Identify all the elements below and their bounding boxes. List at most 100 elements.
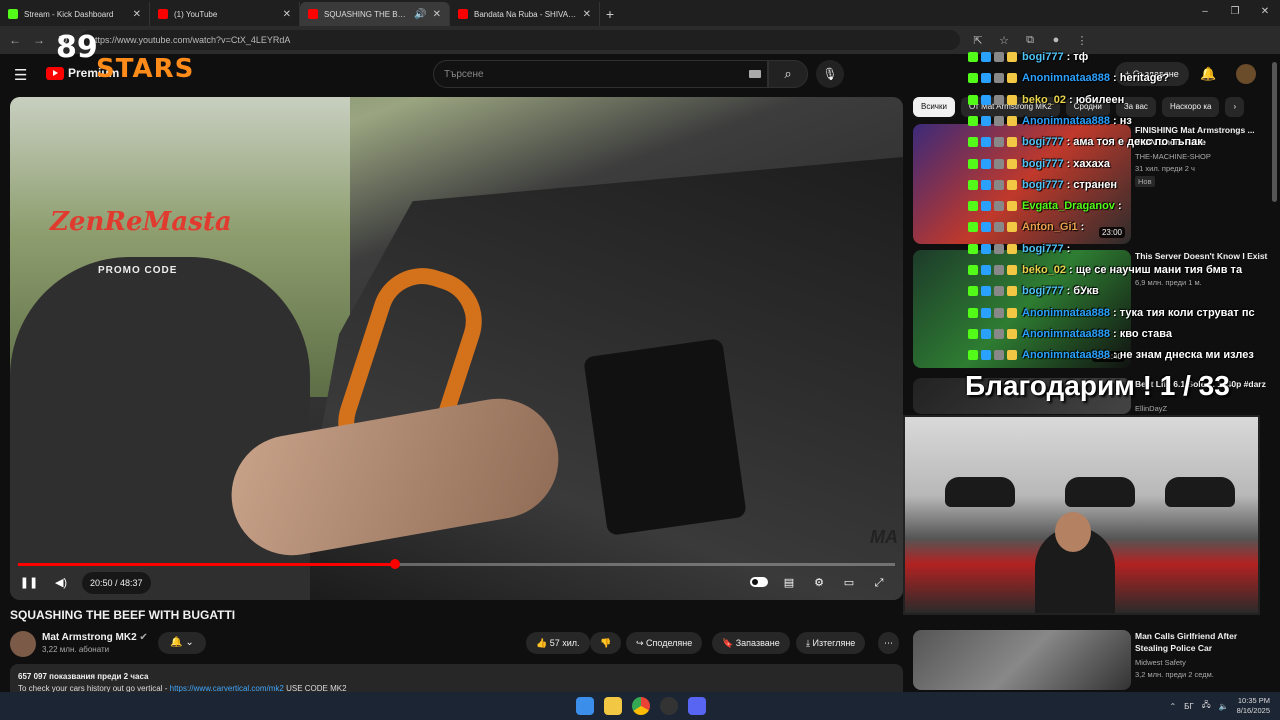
install-app-icon[interactable]: ⇱ — [970, 34, 986, 47]
chat-username: Evgata_Draganov — [1022, 200, 1115, 213]
tab-squashing-the-beef[interactable]: SQUASHING THE BEEF WIT 🔊 ✕ — [300, 2, 450, 26]
more-actions-button[interactable]: ⋯ — [878, 632, 899, 654]
system-tray: ⌃ БГ 🖧 🔈 10:35 PM 8/16/2025 — [1169, 696, 1270, 716]
chat-text: : ама тоя е декс по тъпак — [1066, 136, 1203, 149]
profile-icon[interactable]: ● — [1048, 34, 1064, 46]
chat-badge-icon — [1007, 243, 1017, 254]
chat-badge-icon — [968, 243, 978, 254]
chevron-right-icon[interactable]: › — [1225, 97, 1245, 117]
page-scrollbar[interactable] — [1272, 62, 1278, 692]
volume-icon[interactable]: 🔈 — [1219, 702, 1229, 711]
chat-text: : хахаха — [1066, 157, 1111, 170]
chat-badge-icon — [968, 286, 978, 297]
chip-recently[interactable]: Наскоро ка — [1161, 97, 1220, 117]
chat-text: : тука тия коли струват пс — [1113, 306, 1255, 319]
menu-dots-icon[interactable]: ⋮ — [1074, 34, 1090, 47]
fullscreen-icon[interactable]: ⤢ — [868, 572, 890, 594]
close-tab-icon[interactable]: ✕ — [133, 9, 141, 20]
discord-icon[interactable] — [688, 697, 706, 715]
chat-badge-icon — [968, 201, 978, 212]
extensions-icon[interactable]: ⧉ — [1022, 34, 1038, 47]
chat-username: Anonimnataa888 — [1022, 72, 1111, 85]
network-icon[interactable]: 🖧 — [1202, 699, 1211, 713]
theater-mode-icon[interactable]: ▭ — [838, 572, 860, 594]
autoplay-toggle[interactable] — [750, 577, 768, 587]
save-label: Запазване — [735, 638, 780, 648]
volume-icon[interactable]: ◀) — [50, 572, 72, 594]
close-tab-icon[interactable]: ✕ — [433, 9, 441, 20]
chat-message: bogi777: ама тоя е декс по тъпак — [968, 133, 1203, 151]
windows-start-icon[interactable] — [576, 697, 594, 715]
chat-username: beko_02 — [1022, 93, 1067, 106]
account-avatar[interactable] — [1236, 64, 1256, 84]
chat-badge-icon — [968, 73, 978, 84]
tab-bandata-na-ruba[interactable]: Bandata Na Ruba - SHIVALI 🦈 ✕ — [450, 2, 600, 26]
video-progress-bar[interactable] — [18, 559, 895, 569]
chat-username: bogi777 — [1022, 136, 1064, 149]
file-explorer-icon[interactable] — [604, 697, 622, 715]
channel-name-text: Mat Armstrong MK2 — [42, 632, 137, 643]
speaker-icon[interactable]: 🔊 — [414, 9, 426, 20]
close-tab-icon[interactable]: ✕ — [283, 9, 291, 20]
webcam-car — [1065, 477, 1135, 507]
obs-icon[interactable] — [660, 697, 678, 715]
chat-badge-icon — [968, 52, 978, 62]
settings-gear-icon[interactable]: ⚙ — [808, 572, 830, 594]
search-button[interactable]: ⌕ — [768, 60, 808, 88]
keyboard-icon[interactable] — [749, 70, 761, 78]
chat-badge-icon — [1007, 137, 1017, 148]
minimize-button[interactable]: – — [1190, 0, 1220, 24]
tray-chevron-icon[interactable]: ⌃ — [1169, 702, 1176, 711]
share-button[interactable]: ↪ Споделяне — [626, 632, 703, 654]
chat-username: bogi777 — [1022, 51, 1064, 63]
subtitles-icon[interactable]: ▤ — [778, 572, 800, 594]
recommendation-channel: THE-MACHINE-SHOP — [1135, 152, 1211, 161]
maximize-button[interactable]: ❐ — [1220, 0, 1250, 24]
chat-badge-icon — [1007, 350, 1017, 361]
chat-message: Anonimnataa888: кво става — [968, 325, 1172, 343]
language-indicator[interactable]: БГ — [1184, 702, 1194, 711]
video-thumbnail[interactable] — [913, 630, 1131, 690]
channel-avatar[interactable] — [10, 631, 36, 657]
search-input[interactable]: Търсене — [433, 60, 768, 88]
back-icon[interactable]: ← — [8, 33, 22, 47]
clock[interactable]: 10:35 PM 8/16/2025 — [1237, 696, 1270, 716]
chat-badge-icon — [968, 350, 978, 361]
chat-badge-icon — [968, 222, 978, 233]
microphone-icon: 🎙 — [822, 67, 838, 81]
chat-username: beko_02 — [1022, 264, 1067, 276]
channel-name[interactable]: Mat Armstrong MK2 ✔ — [42, 632, 148, 643]
forward-icon[interactable]: → — [32, 33, 46, 47]
chat-badge-icon — [981, 265, 991, 275]
download-button[interactable]: ⤓ Изтегляне — [796, 632, 866, 654]
close-window-button[interactable]: ✕ — [1250, 0, 1280, 24]
tab-youtube[interactable]: (1) YouTube ✕ — [150, 2, 300, 26]
new-tab-button[interactable]: + — [600, 2, 620, 26]
chip-all[interactable]: Всички — [913, 97, 955, 117]
chat-badge-icon — [968, 179, 978, 190]
chat-message: bogi777: — [968, 240, 1070, 258]
close-tab-icon[interactable]: ✕ — [583, 9, 591, 20]
search-placeholder: Търсене — [444, 68, 484, 80]
bookmark-star-icon[interactable]: ☆ — [996, 34, 1012, 47]
dislike-button[interactable]: 👎 — [590, 632, 622, 654]
chat-message: beko_02: ще се научиш мани тия бмв та — [968, 261, 1242, 279]
voice-search-button[interactable]: 🎙 — [816, 60, 844, 88]
tab-kick-dashboard[interactable]: Stream - Kick Dashboard ✕ — [0, 2, 150, 26]
chat-badge-icon — [1007, 73, 1017, 84]
notifications-bell-icon[interactable]: 🔔 — [1200, 66, 1216, 82]
scrollbar-thumb[interactable] — [1272, 62, 1277, 202]
save-button[interactable]: 🔖 Запазване — [712, 632, 790, 654]
chat-text: : бУкв — [1066, 285, 1099, 298]
overlay-promo-text: PROMO CODE — [98, 265, 178, 276]
share-icon: ↪ — [636, 638, 647, 648]
duration-badge: 23:00 — [1098, 227, 1125, 238]
video-player[interactable]: ZenReMasta PROMO CODE MA — [10, 97, 903, 600]
pause-icon[interactable]: ❚❚ — [18, 572, 40, 594]
like-button[interactable]: 👍 57 хил. — [526, 632, 590, 654]
hamburger-menu-icon[interactable]: ☰ — [14, 66, 27, 84]
chat-badge-icon — [994, 137, 1004, 148]
chrome-icon[interactable] — [632, 697, 650, 715]
url-field[interactable]: https://www.youtube.com/watch?v=CtX_4LEY… — [80, 30, 960, 50]
subscribed-bell-button[interactable]: 🔔 ⌄ — [158, 632, 206, 654]
